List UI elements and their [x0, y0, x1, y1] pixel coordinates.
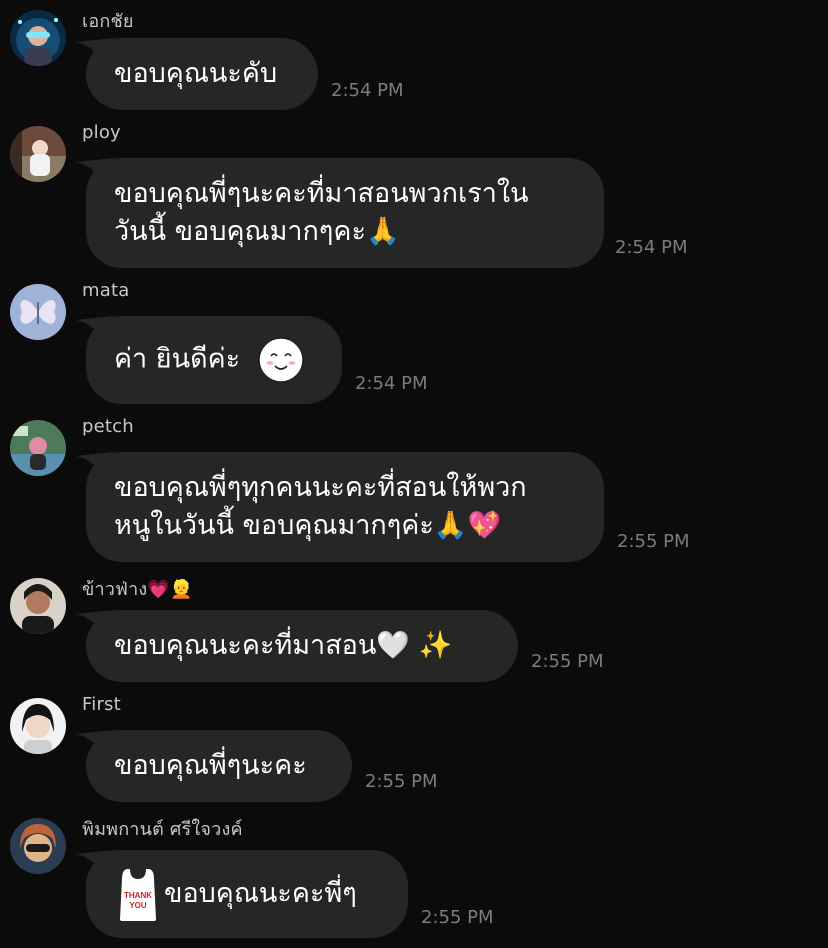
bubble-tail: [76, 452, 114, 480]
sticker-text: YOU: [129, 901, 147, 910]
sender-name-text: ข้าวฟ่าง: [82, 579, 148, 600]
message-bubble[interactable]: ขอบคุณพี่ๆทุกคนนะคะที่สอนให้พวก หนูในวัน…: [76, 452, 604, 562]
timestamp: 2:55 PM: [617, 531, 690, 552]
timestamp: 2:55 PM: [365, 771, 438, 792]
message-text: ขอบคุณพี่ๆนะคะ: [114, 750, 307, 781]
sender-name: ข้าวฟ่าง💗👱: [82, 574, 193, 603]
bubble-tail: [76, 158, 114, 186]
smiley-face-sticker-icon: [258, 337, 304, 383]
message-text: วันนี้ ขอบคุณมากๆคะ: [114, 215, 366, 247]
bubble-tail: [76, 316, 114, 344]
avatar[interactable]: [10, 698, 66, 754]
avatar[interactable]: [10, 420, 66, 476]
sender-name: petch: [82, 416, 134, 437]
sender-name: ploy: [82, 122, 121, 143]
bubble-tail: [76, 850, 114, 878]
message-text: ขอบคุณนะคับ: [114, 58, 278, 89]
avatar[interactable]: [10, 818, 66, 874]
message-bubble[interactable]: ค่า ยินดีค่ะ: [76, 316, 342, 404]
timestamp: 2:55 PM: [421, 907, 494, 928]
message-text: ขอบคุณนะคะที่มาสอน: [114, 629, 377, 661]
timestamp: 2:55 PM: [531, 651, 604, 672]
sender-name: mata: [82, 280, 130, 301]
message-text: ขอบคุณนะคะพี่ๆ: [164, 878, 357, 909]
sender-name: พิมพกานต์ ศรีใจวงค์: [82, 819, 243, 840]
message-bubble[interactable]: ขอบคุณนะคะที่มาสอน🤍 ✨: [76, 610, 518, 682]
thank-you-bag-icon: THANK YOU: [120, 869, 156, 921]
sticker-text: THANK: [124, 891, 152, 900]
sparkles-emoji: ✨: [418, 630, 453, 662]
person-blond-emoji: 👱: [170, 579, 193, 600]
message-bubble[interactable]: ขอบคุณนะคับ: [76, 38, 318, 110]
praying-hands-emoji: 🙏: [433, 510, 468, 542]
sender-name: เอกชัย: [82, 11, 134, 32]
praying-hands-emoji: 🙏: [365, 216, 400, 248]
message-text: หนูในวันนี้ ขอบคุณมากๆค่ะ: [114, 509, 434, 541]
message-bubble[interactable]: ขอบคุณพี่ๆนะคะ: [76, 730, 352, 802]
timestamp: 2:54 PM: [355, 373, 428, 394]
avatar[interactable]: [10, 284, 66, 340]
avatar[interactable]: [10, 126, 66, 182]
message-text: ขอบคุณพี่ๆทุกคนนะคะที่สอนให้พวก: [114, 471, 527, 503]
white-heart-emoji: 🤍: [376, 630, 410, 662]
timestamp: 2:54 PM: [331, 80, 404, 101]
sender-name: First: [82, 694, 121, 715]
bubble-tail: [76, 38, 114, 66]
avatar[interactable]: [10, 578, 66, 634]
message-bubble[interactable]: THANK YOU ขอบคุณนะคะพี่ๆ: [76, 850, 408, 938]
bubble-tail: [76, 610, 114, 638]
timestamp: 2:54 PM: [615, 237, 688, 258]
message-bubble[interactable]: ขอบคุณพี่ๆนะคะที่มาสอนพวกเราใน วันนี้ ขอ…: [76, 158, 604, 268]
message-text: ขอบคุณพี่ๆนะคะที่มาสอนพวกเราใน: [114, 177, 529, 209]
avatar[interactable]: [10, 10, 66, 66]
sparkling-heart-emoji: 💖: [467, 510, 502, 542]
bubble-tail: [76, 730, 114, 758]
growing-heart-emoji: 💗: [147, 579, 170, 600]
message-text: ค่า ยินดีค่ะ: [114, 343, 241, 375]
